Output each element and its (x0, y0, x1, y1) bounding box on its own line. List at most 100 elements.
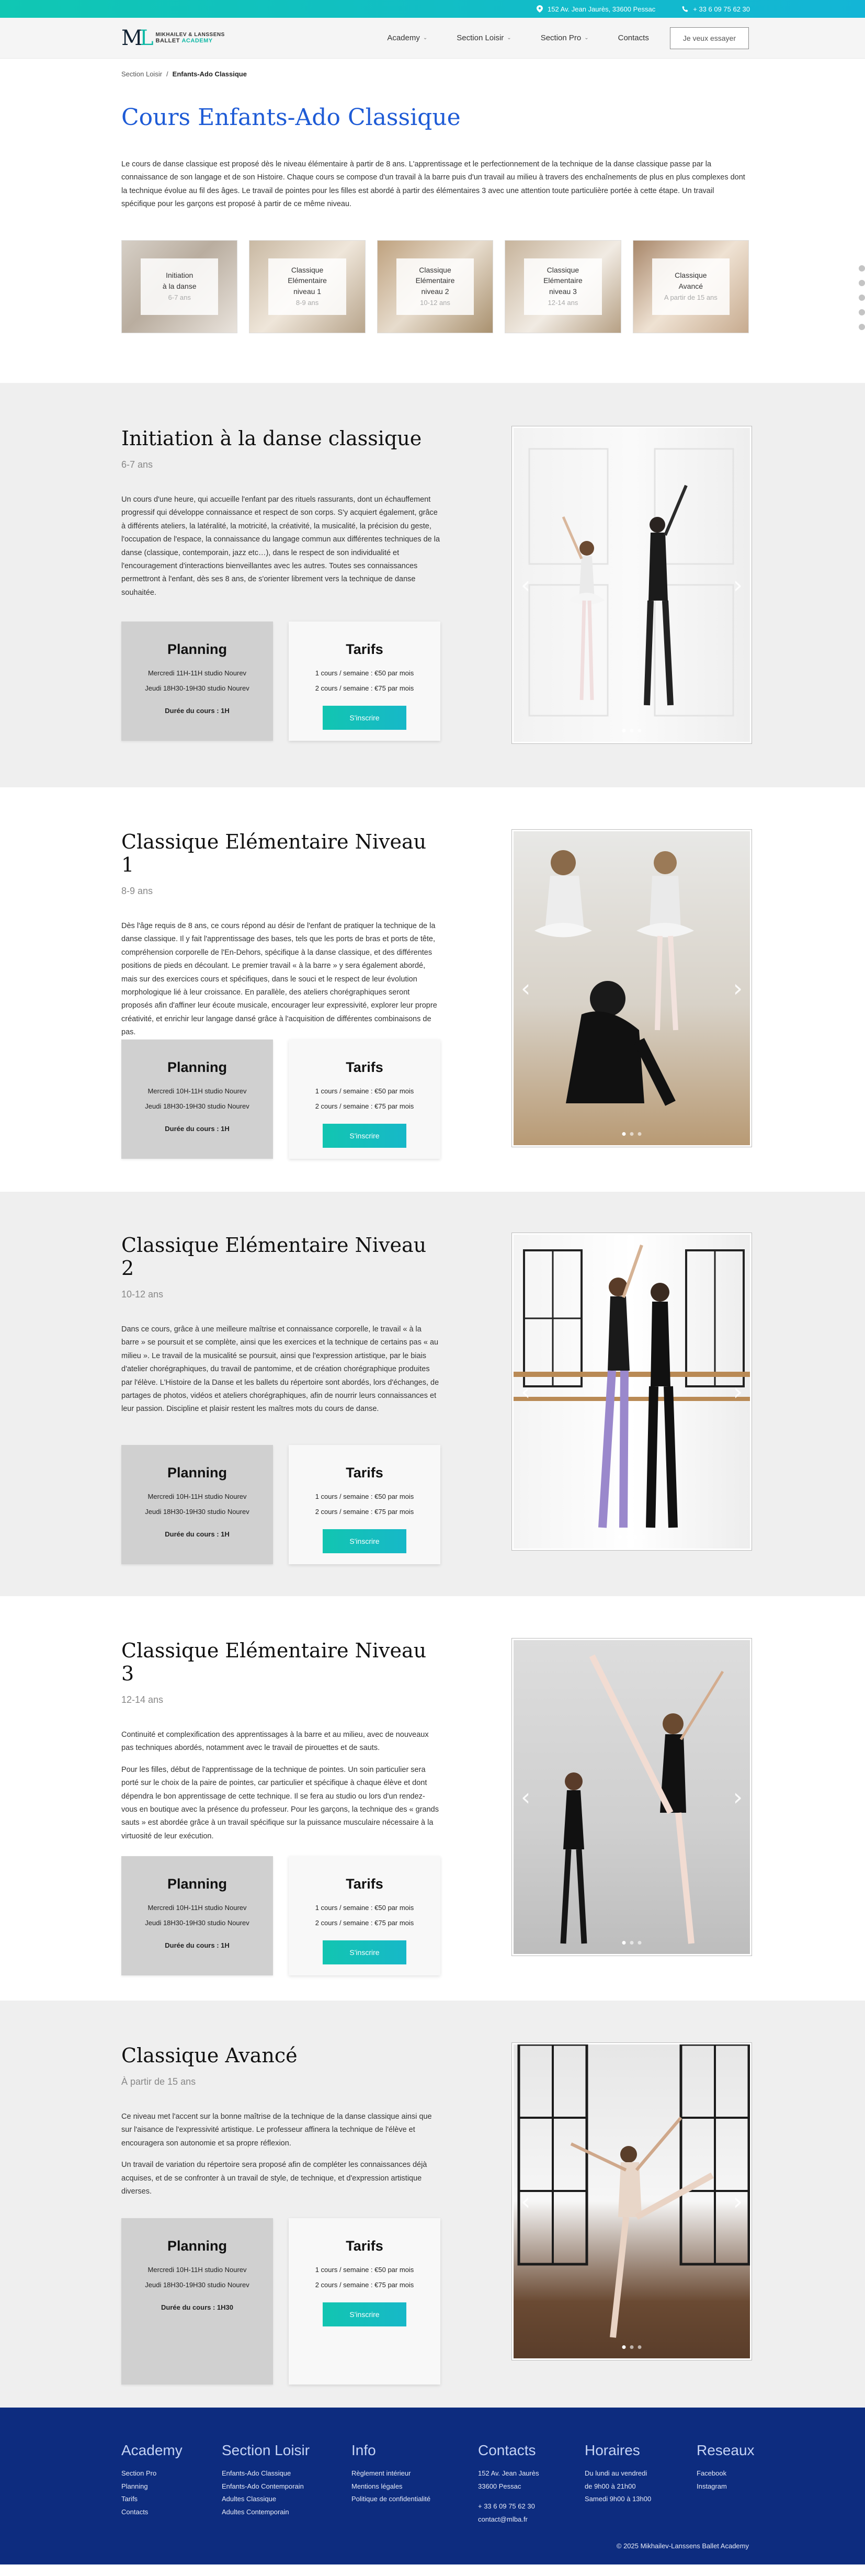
carousel-next-icon[interactable]: › (733, 974, 743, 1002)
footer-col-title: Contacts (478, 2442, 536, 2458)
footer-link[interactable]: Politique de confidentialité (351, 2493, 478, 2506)
level-card-elementaire-3[interactable]: Classique Elémentaire niveau 3 12-14 ans (505, 240, 621, 333)
topbar-address[interactable]: 152 Av. Jean Jaurès, 33600 Pessac (536, 5, 655, 13)
carousel-prev-icon[interactable]: ‹ (521, 974, 530, 1002)
section-dot[interactable] (859, 265, 865, 272)
level-card-avance[interactable]: Classique Avancé A partir de 15 ans (632, 240, 749, 333)
footer-email-link[interactable]: contact@mlba.fr (478, 2513, 585, 2526)
page-title: Cours Enfants-Ado Classique (121, 104, 461, 131)
carousel-dot[interactable] (618, 1535, 622, 1539)
carousel-pager (622, 1132, 642, 1136)
carousel-dot[interactable] (622, 729, 626, 732)
planning-duration: Durée du cours : 1H (165, 1125, 230, 1133)
signup-button[interactable]: S'inscrire (323, 706, 406, 730)
breadcrumb-separator: / (166, 70, 168, 78)
planning-line: Mercredi 11H-11H studio Nourev (147, 669, 247, 677)
signup-button[interactable]: S'inscrire (323, 1124, 406, 1148)
carousel-prev-icon[interactable]: ‹ (521, 571, 530, 599)
section-dot[interactable] (859, 280, 865, 286)
carousel-pager (618, 1535, 645, 1539)
level-card-elementaire-1[interactable]: Classique Elémentaire niveau 1 8-9 ans (249, 240, 366, 333)
footer-link[interactable]: Contacts (121, 2506, 222, 2519)
carousel-next-icon[interactable]: › (733, 1377, 743, 1406)
nav-section-pro[interactable]: Section Pro ⌄ (541, 33, 589, 42)
footer-link[interactable]: Planning (121, 2480, 222, 2493)
section-age: 8-9 ans (121, 886, 153, 896)
section-age: 12-14 ans (121, 1694, 164, 1705)
footer-col-title: Horaires (585, 2442, 640, 2458)
nav-academy[interactable]: Academy ⌄ (387, 33, 427, 42)
logo-line-2: BALLET ACADEMY (155, 38, 213, 44)
carousel-dot[interactable] (634, 1535, 638, 1539)
footer-link[interactable]: Tarifs (121, 2493, 222, 2506)
section-title: Classique Avancé (121, 2044, 298, 2067)
footer-link[interactable]: Adultes Contemporain (222, 2506, 351, 2519)
carousel-prev-icon[interactable]: ‹ (521, 2187, 530, 2216)
section-dot[interactable] (859, 309, 865, 315)
level-card-elementaire-2[interactable]: Classique Elémentaire niveau 2 10-12 ans (377, 240, 494, 333)
tarifs-title: Tarifs (346, 1465, 383, 1481)
tarifs-title: Tarifs (346, 2238, 383, 2254)
carousel-dot[interactable] (638, 729, 642, 732)
footer-col-info: Info Règlement intérieur Mentions légale… (351, 2442, 478, 2526)
carousel-dot[interactable] (626, 1535, 630, 1539)
nav-section-loisir[interactable]: Section Loisir ⌄ (457, 33, 511, 42)
carousel-prev-icon[interactable]: ‹ (521, 1783, 530, 1811)
tarif-line: 1 cours / semaine : €50 par mois (315, 2266, 414, 2274)
footer-link[interactable]: Règlement intérieur (351, 2467, 478, 2480)
planning-title: Planning (167, 641, 227, 657)
carousel-next-icon[interactable]: › (733, 2187, 743, 2216)
section-dot[interactable] (859, 324, 865, 330)
carousel-prev-icon[interactable]: ‹ (521, 1377, 530, 1406)
planning-line: Mercredi 10H-11H studio Nourev (147, 2266, 247, 2274)
signup-button[interactable]: S'inscrire (323, 1940, 406, 1964)
carousel-dot[interactable] (642, 1535, 645, 1539)
chevron-down-icon: ⌄ (423, 35, 428, 41)
footer-link[interactable]: Enfants-Ado Classique (222, 2467, 351, 2480)
carousel-dot[interactable] (630, 2345, 634, 2349)
level-card-initiation[interactable]: Initiation à la danse 6-7 ans (121, 240, 238, 333)
planning-line: Jeudi 18H30-19H30 studio Nourev (145, 684, 249, 692)
footer-link[interactable]: Adultes Classique (222, 2493, 351, 2506)
carousel-dot[interactable] (622, 1941, 626, 1945)
tarifs-box: Tarifs 1 cours / semaine : €50 par mois … (289, 1040, 440, 1159)
tarif-line: 2 cours / semaine : €75 par mois (315, 2281, 414, 2289)
carousel-dot[interactable] (638, 2345, 642, 2349)
course-section-avance: Classique Avancé À partir de 15 ans Ce n… (0, 2001, 865, 2408)
try-button[interactable]: Je veux essayer (669, 27, 749, 49)
carousel-dot[interactable] (630, 729, 634, 732)
footer-phone-link[interactable]: + 33 6 09 75 62 30 (478, 2500, 585, 2513)
signup-button[interactable]: S'inscrire (323, 2302, 406, 2326)
breadcrumb-parent[interactable]: Section Loisir (121, 70, 162, 78)
breadcrumb-current: Enfants-Ado Classique (172, 70, 247, 78)
footer-link[interactable]: Enfants-Ado Contemporain (222, 2480, 351, 2493)
footer-link[interactable]: Mentions légales (351, 2480, 478, 2493)
carousel-dot[interactable] (638, 1132, 642, 1136)
carousel-dot[interactable] (630, 1941, 634, 1945)
footer-col-reseaux: Reseaux Facebook Instagram (697, 2442, 759, 2526)
carousel-next-icon[interactable]: › (733, 1783, 743, 1811)
carousel-dot[interactable] (622, 1132, 626, 1136)
carousel-dot[interactable] (622, 2345, 626, 2349)
footer-col-title: Academy (121, 2442, 183, 2458)
section-dot[interactable] (859, 295, 865, 301)
nav-contacts[interactable]: Contacts (618, 33, 649, 42)
location-pin-icon (536, 5, 543, 13)
footer-social-instagram[interactable]: Instagram (697, 2480, 759, 2493)
signup-button[interactable]: S'inscrire (323, 1529, 406, 1553)
section-title: Classique Elémentaire Niveau 2 (121, 1234, 427, 1280)
logo-line-1: MIKHAILEV & LANSSENS (155, 32, 225, 38)
planning-box: Planning Mercredi 10H-11H studio Nourev … (121, 1040, 273, 1159)
footer-social-facebook[interactable]: Facebook (697, 2467, 759, 2480)
footer-link[interactable]: Section Pro (121, 2467, 222, 2480)
carousel-next-icon[interactable]: › (733, 571, 743, 599)
carousel-dot[interactable] (630, 1132, 634, 1136)
topbar-phone[interactable]: + 33 6 09 75 62 30 (681, 5, 750, 13)
footer-col-section-loisir: Section Loisir Enfants-Ado Classique Enf… (222, 2442, 351, 2526)
intro-text: Le cours de danse classique est proposé … (121, 160, 745, 209)
section-text: Ce niveau met l'accent sur la bonne maît… (121, 2112, 432, 2196)
carousel-pager (622, 729, 642, 732)
info-boxes: Planning Mercredi 10H-11H studio Nourev … (121, 1445, 440, 1564)
carousel-dot[interactable] (638, 1941, 642, 1945)
logo[interactable]: ML MIKHAILEV & LANSSENS BALLET ACADEMY (121, 28, 225, 49)
